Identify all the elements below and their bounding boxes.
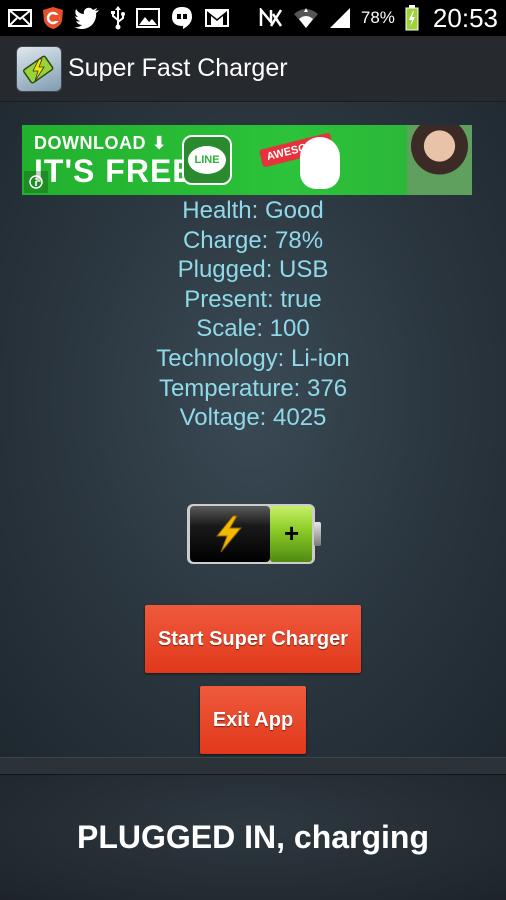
start-super-charger-button[interactable]: Start Super Charger [145,605,361,673]
charge-stat: Charge: 78% [182,226,324,254]
nfc-icon [259,6,283,30]
health-stat: Health: Good [182,197,324,224]
ad-free-text: IT'S FREE! [34,153,207,189]
ad-download-text: DOWNLOAD ⬇ [34,133,168,153]
voltage-stat: Voltage: 4025 [179,404,327,432]
exit-app-button[interactable]: Exit App [200,686,306,754]
app-title: Super Fast Charger [68,54,288,82]
image-icon [136,6,160,30]
battery-percent: 78% [360,8,395,27]
lightning-icon [211,514,247,559]
ad-info-icon[interactable] [24,171,48,193]
ad-banner[interactable]: DOWNLOAD ⬇ IT'S FREE! LINE AWESOME! [22,125,472,195]
battery-graphic: + [186,502,322,566]
signal-icon [329,6,351,30]
temperature-stat: Temperature: 376 [158,374,348,402]
plus-sign: + [284,518,300,548]
bunny-character-icon [300,137,340,189]
battery-stats: Health: Good Charge: 78% Plugged: USB Pr… [0,196,506,433]
download-arrow-icon: ⬇ [151,133,168,153]
mail-icon [8,6,32,30]
divider [0,757,506,775]
usb-icon [110,6,126,30]
battery-app-icon[interactable] [16,45,62,92]
line-logo-text: LINE [188,146,226,174]
plugged-stat: Plugged: USB [177,256,329,284]
notification-icons [8,6,230,30]
hangouts-icon [170,6,194,30]
wifi-icon [293,6,319,30]
charging-status-panel: PLUGGED IN, charging [0,775,506,900]
present-stat: Present: true [184,285,322,313]
ad-person-image [407,125,472,195]
gmail-icon [204,6,230,30]
charging-status-text: PLUGGED IN, charging [76,819,430,855]
scale-stat: Scale: 100 [196,315,310,343]
technology-stat: Technology: Li-ion [156,344,350,372]
shield-icon [42,6,64,30]
system-icons: 78% 20:53 [259,3,498,34]
twitter-icon [74,6,100,30]
status-bar: 78% 20:53 [0,0,506,36]
action-bar: Super Fast Charger [0,36,506,102]
battery-charging-icon [405,5,419,31]
line-logo: LINE [182,135,232,185]
main-content: DOWNLOAD ⬇ IT'S FREE! LINE AWESOME! Heal… [0,102,506,757]
clock: 20:53 [432,2,498,33]
